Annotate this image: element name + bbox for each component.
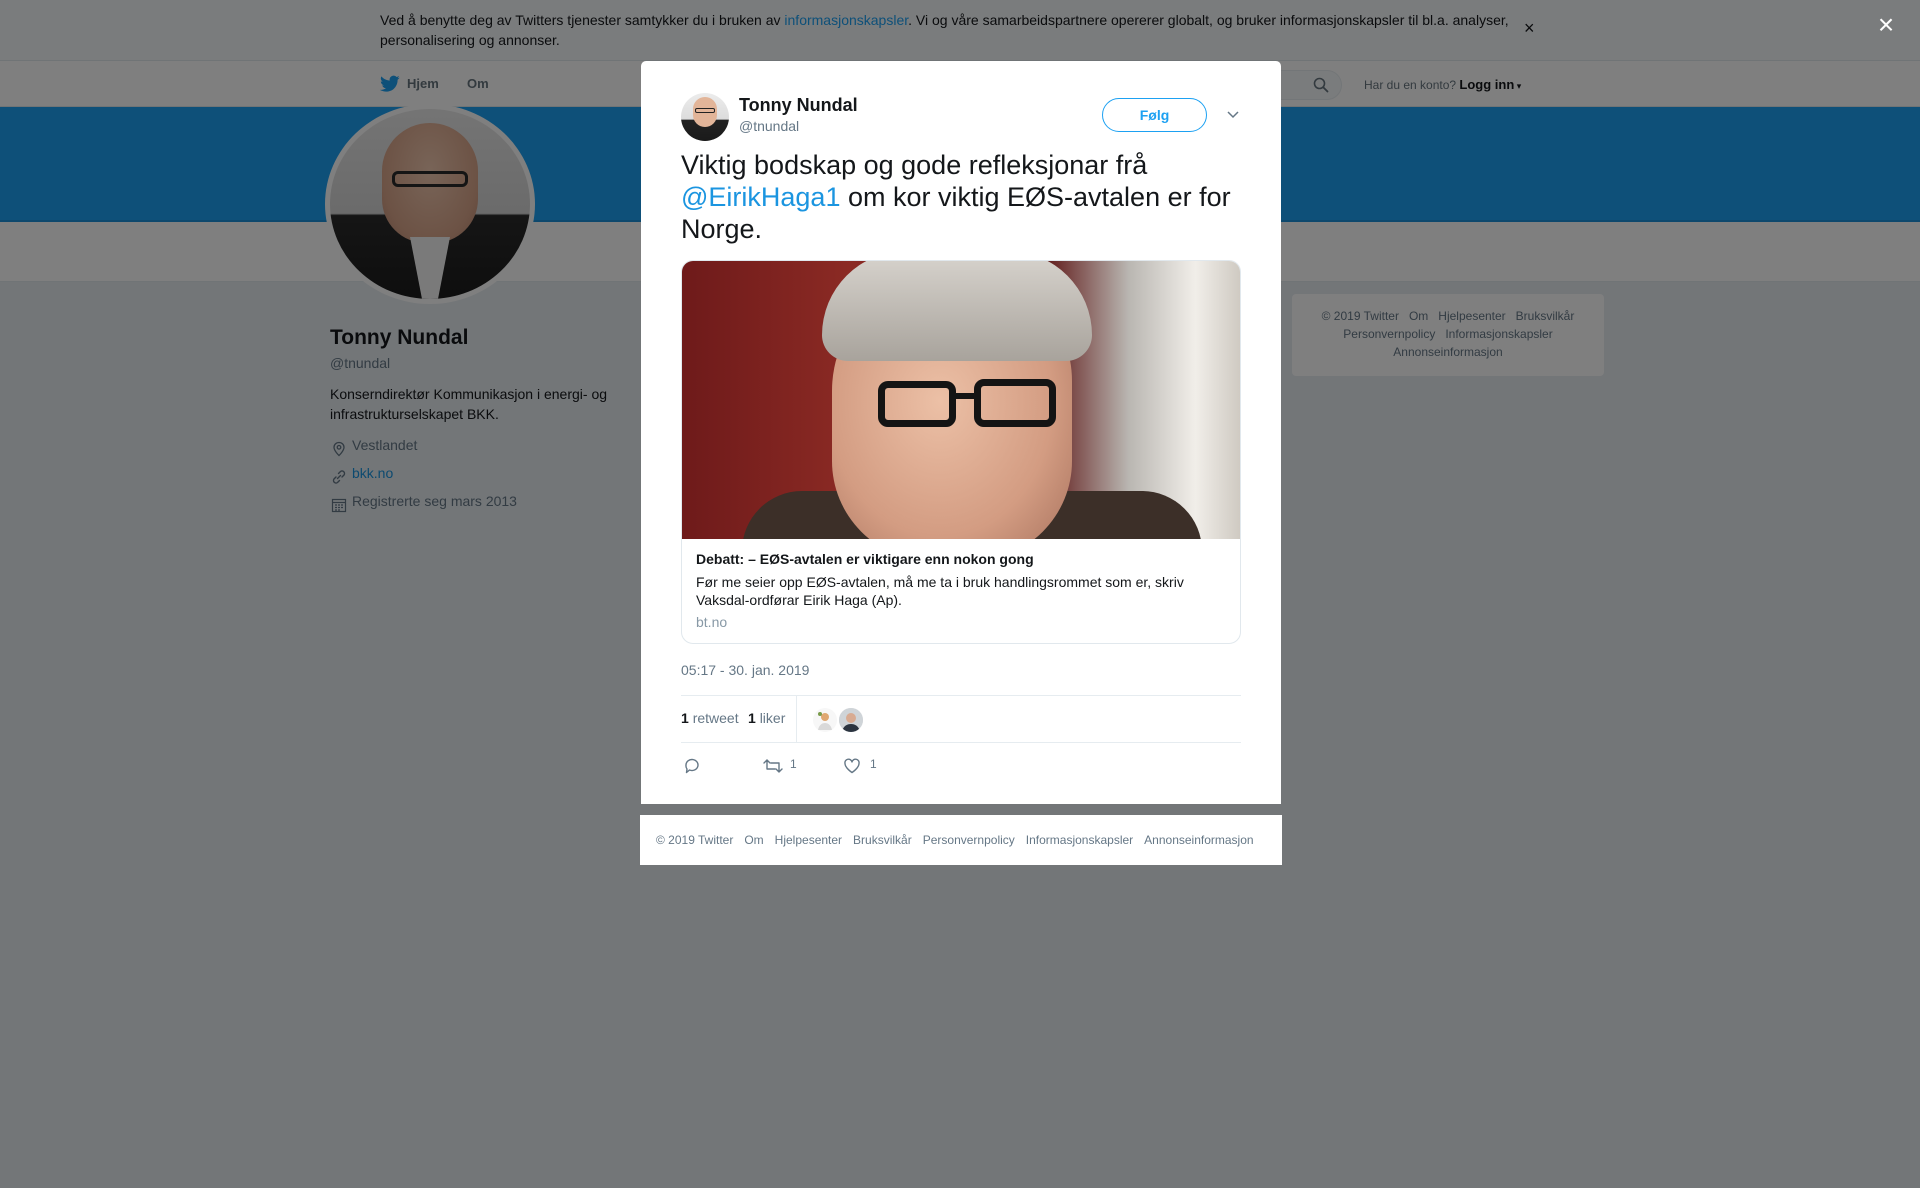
card-description: Før me seier opp EØS-avtalen, må me ta i… (696, 574, 1184, 608)
retweeter-avatar[interactable] (839, 708, 863, 732)
tweet-text: Viktig bodskap og gode refleksjonar frå … (681, 149, 1241, 245)
card-title: Debatt: – EØS-avtalen er viktigare enn n… (696, 551, 1034, 567)
mfooter-cookies[interactable]: Informasjonskapsler (1026, 833, 1133, 847)
close-icon[interactable]: × (1873, 11, 1899, 39)
tweet-modal: Tonny Nundal @tnundal Følg Viktig bodska… (641, 61, 1281, 804)
author-handle[interactable]: @tnundal (739, 118, 799, 134)
tweet-text-part1: Viktig bodskap og gode refleksjonar frå (681, 150, 1148, 180)
retweets-count: 1 (681, 710, 689, 726)
mfooter-help[interactable]: Hjelpesenter (775, 833, 842, 847)
mfooter-ads[interactable]: Annonseinformasjon (1144, 833, 1253, 847)
card-image (682, 261, 1240, 539)
likes-count: 1 (748, 710, 756, 726)
author-name[interactable]: Tonny Nundal (739, 95, 858, 116)
author-avatar[interactable] (681, 93, 729, 141)
tweet-timestamp[interactable]: 05:17 - 30. jan. 2019 (681, 662, 809, 678)
retweets-stat[interactable]: 1 retweet (681, 710, 739, 726)
modal-footer: © 2019 Twitter Om Hjelpesenter Bruksvilkår P… (640, 815, 1282, 865)
retweets-label: retweet (692, 710, 739, 726)
mfooter-terms[interactable]: Bruksvilkår (853, 833, 912, 847)
retweet-icon[interactable] (763, 757, 783, 775)
mfooter-copyright: © 2019 Twitter (656, 833, 734, 847)
heart-icon[interactable] (843, 757, 861, 775)
reply-icon[interactable] (683, 757, 701, 775)
stats-divider (796, 696, 797, 743)
like-count: 1 (870, 757, 877, 771)
retweet-count: 1 (790, 757, 797, 771)
card-domain: bt.no (696, 614, 728, 630)
mention-link[interactable]: @EirikHaga1 (681, 182, 840, 212)
mfooter-privacy[interactable]: Personvernpolicy (923, 833, 1015, 847)
likes-stat[interactable]: 1 liker (748, 710, 785, 726)
link-card[interactable]: Debatt: – EØS-avtalen er viktigare enn n… (681, 260, 1241, 644)
liker-avatar[interactable] (813, 708, 837, 732)
follow-button[interactable]: Følg (1102, 98, 1207, 132)
likes-label: liker (759, 710, 786, 726)
tweet-actions: 1 1 (681, 753, 1241, 783)
chevron-down-icon[interactable] (1226, 107, 1240, 121)
mfooter-about[interactable]: Om (744, 833, 763, 847)
tweet-stats: 1 retweet 1 liker (681, 695, 1241, 743)
